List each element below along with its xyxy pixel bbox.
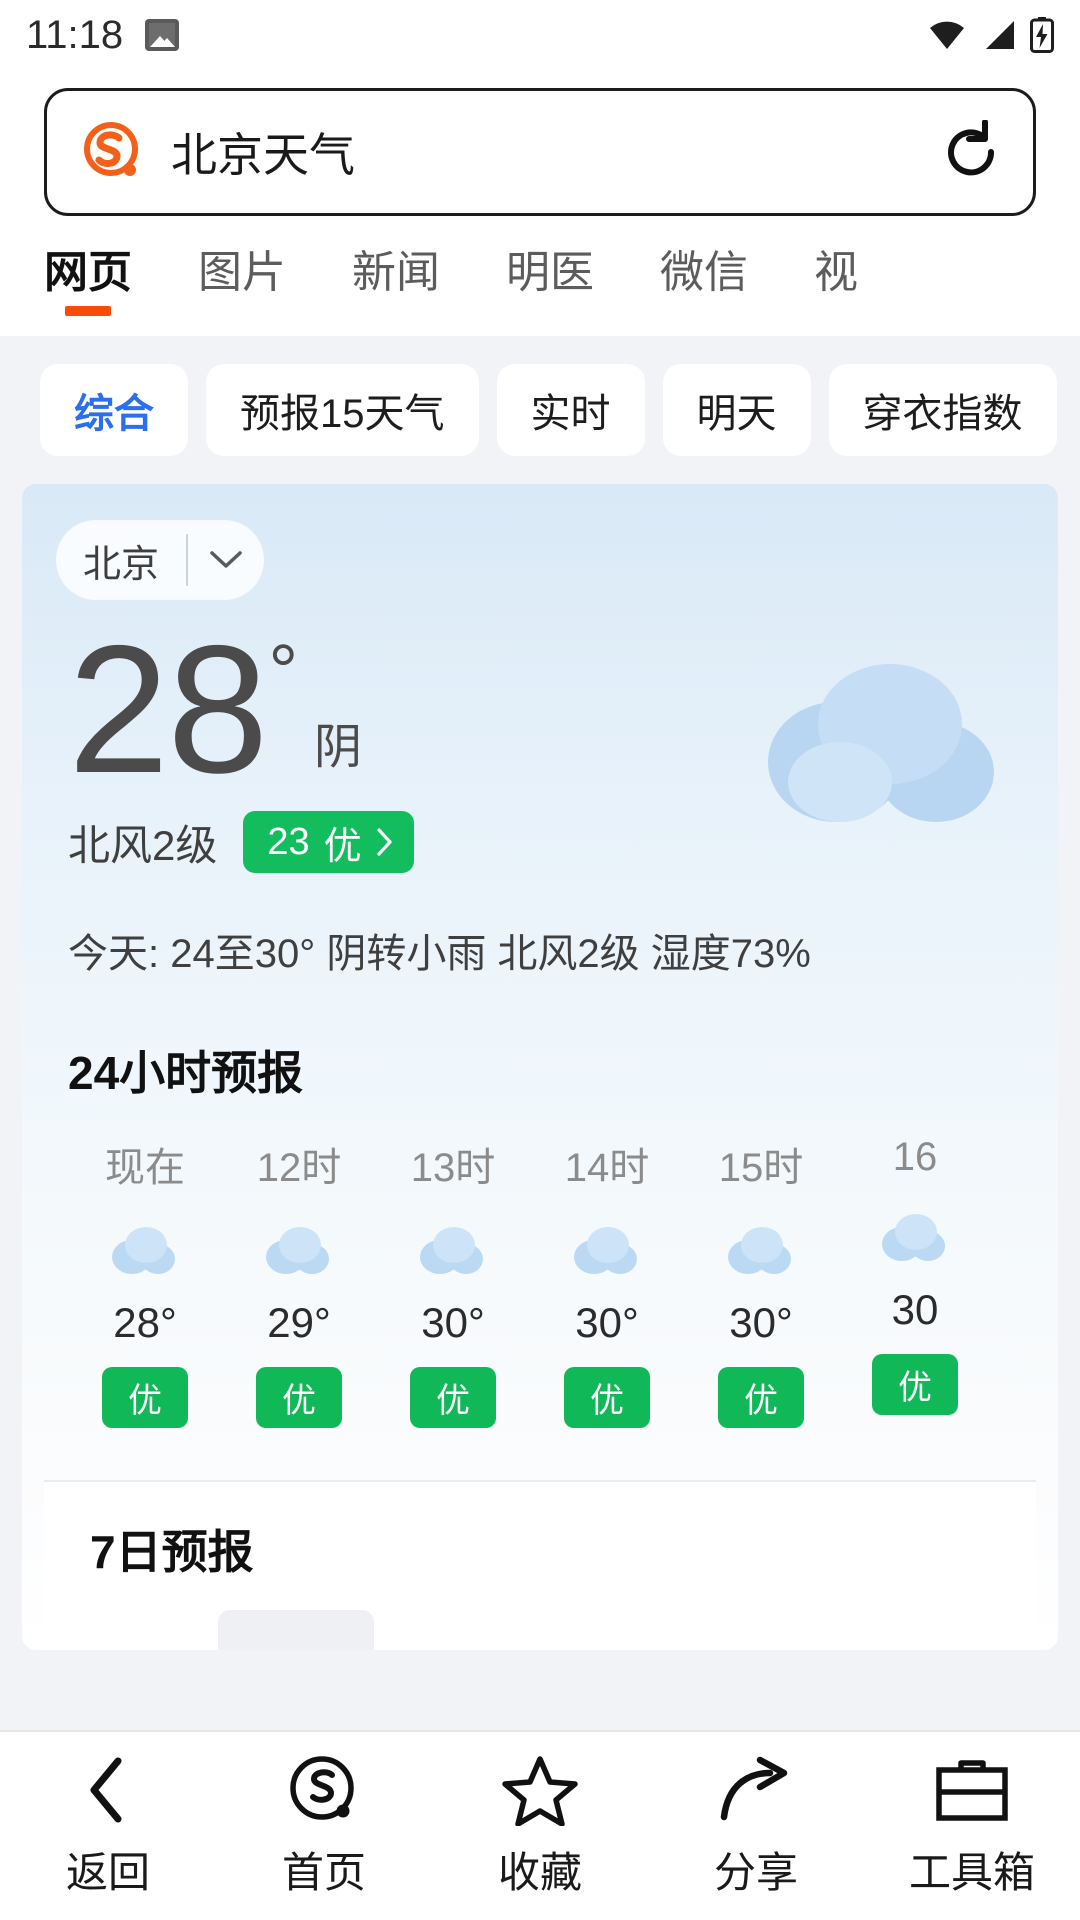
hourly-aqi-badge: 优 [872, 1354, 958, 1416]
current-temperature: 28 [68, 607, 268, 811]
chip-realtime[interactable]: 实时 [496, 364, 645, 456]
cloud-icon [112, 1227, 175, 1275]
nav-toolbox-button[interactable]: 工具箱 [864, 1753, 1080, 1900]
app-screen: 11:18 北京天气 网页 图片 新闻 明医 微信 视 综合 预报15天气 实时… [0, 0, 1080, 1920]
city-name-label: 北京 [82, 543, 159, 586]
status-time: 11:18 [26, 12, 124, 57]
nav-home-label: 首页 [281, 1848, 366, 1896]
star-icon [502, 1753, 578, 1827]
nav-home-button[interactable]: 首页 [216, 1753, 432, 1900]
sogou-logo-icon [81, 120, 145, 184]
hourly-temp: 30° [421, 1299, 485, 1347]
cloud-icon [266, 1227, 329, 1275]
refresh-icon[interactable] [939, 119, 1003, 184]
hourly-item[interactable]: 现在 28° 优 [68, 1135, 222, 1429]
chip-clothing-index[interactable]: 穿衣指数 [828, 364, 1057, 456]
nav-favorites-button[interactable]: 收藏 [432, 1753, 648, 1900]
daily-forecast-title: 7日预报 [90, 1526, 254, 1579]
hourly-aqi-badge: 优 [102, 1367, 188, 1429]
hourly-item[interactable]: 12时 29° 优 [222, 1135, 376, 1429]
tab-news[interactable]: 新闻 [352, 226, 440, 300]
hourly-time: 14时 [564, 1146, 650, 1191]
chevron-right-icon [376, 827, 394, 857]
content-area: 综合 预报15天气 实时 明天 穿衣指数 北京 28 ° 阴 北风2级 23 优… [0, 336, 1080, 1651]
tab-doctor[interactable]: 明医 [506, 226, 594, 300]
hourly-time: 现在 [105, 1146, 185, 1191]
hourly-forecast-section: 24小时预报 现在 28° 优 12时 29° 优 13时 30° 优 14时 … [22, 1037, 1058, 1450]
back-chevron-icon [82, 1753, 134, 1827]
tab-wechat[interactable]: 微信 [660, 226, 748, 300]
hourly-temp: 30° [575, 1299, 639, 1347]
hourly-time: 12时 [256, 1146, 342, 1191]
filter-chip-row[interactable]: 综合 预报15天气 实时 明天 穿衣指数 [0, 358, 1080, 462]
weather-condition-label: 阴 [314, 721, 363, 775]
tab-images[interactable]: 图片 [198, 226, 286, 300]
nav-share-button[interactable]: 分享 [648, 1753, 864, 1900]
hourly-aqi-badge: 优 [256, 1367, 342, 1429]
hourly-item[interactable]: 13时 30° 优 [376, 1135, 530, 1429]
cloud-icon [882, 1214, 945, 1262]
aqi-value: 23 [267, 820, 310, 863]
toolbox-icon [934, 1753, 1010, 1827]
daily-forecast-section: 7日预报 [44, 1482, 1036, 1651]
hourly-item[interactable]: 15时 30° 优 [684, 1135, 838, 1429]
degree-symbol: ° [268, 629, 299, 712]
daily-forecast-tab-stub[interactable] [218, 1610, 374, 1651]
hourly-temp: 30 [891, 1286, 939, 1334]
hourly-forecast-title: 24小时预报 [68, 1047, 304, 1100]
hourly-temp: 30° [729, 1299, 793, 1347]
hourly-time: 13时 [410, 1146, 496, 1191]
search-query-text[interactable]: 北京天气 [171, 119, 355, 185]
search-box[interactable]: 北京天气 [44, 88, 1036, 216]
hourly-time: 15时 [718, 1146, 804, 1191]
nav-share-label: 分享 [713, 1848, 798, 1896]
hourly-temp: 29° [267, 1299, 331, 1347]
chevron-down-icon[interactable] [188, 549, 264, 571]
tab-video[interactable]: 视 [814, 226, 858, 300]
nav-back-label: 返回 [65, 1848, 150, 1896]
aqi-badge[interactable]: 23 优 [243, 811, 414, 874]
share-arrow-icon [718, 1753, 794, 1827]
image-icon [145, 19, 180, 51]
hourly-aqi-badge: 优 [564, 1367, 650, 1429]
nav-favorites-label: 收藏 [497, 1848, 582, 1896]
nav-back-button[interactable]: 返回 [0, 1753, 216, 1900]
cloud-icon [420, 1227, 483, 1275]
cloud-icon [728, 1227, 791, 1275]
hourly-temp: 28° [113, 1299, 177, 1347]
chip-comprehensive[interactable]: 综合 [40, 364, 188, 456]
nav-toolbox-label: 工具箱 [908, 1848, 1035, 1896]
tab-webpage[interactable]: 网页 [44, 226, 132, 300]
wind-and-aqi-row: 北风2级 23 优 [68, 811, 1058, 874]
status-bar-right [928, 17, 1054, 53]
aqi-level: 优 [323, 825, 362, 868]
tab-bar: 网页 图片 新闻 明医 微信 视 [0, 226, 1080, 336]
chip-tomorrow[interactable]: 明天 [662, 364, 811, 456]
cloud-icon [574, 1227, 637, 1275]
wind-label: 北风2级 [68, 821, 218, 869]
current-temperature-row: 28 ° 阴 [68, 607, 1058, 811]
status-bar-left: 11:18 [26, 12, 180, 58]
chip-forecast-15day[interactable]: 预报15天气 [206, 364, 479, 456]
battery-charging-icon [1030, 17, 1054, 53]
bottom-navigation-bar: 返回 首页 收藏 分享 工具箱 [0, 1730, 1080, 1920]
hourly-item[interactable]: 14时 30° 优 [530, 1135, 684, 1429]
search-bar-container: 北京天气 [0, 70, 1080, 226]
signal-icon [986, 21, 1014, 49]
today-summary: 今天: 24至30° 阴转小雨 北风2级 湿度73% [68, 932, 811, 977]
weather-card: 北京 28 ° 阴 北风2级 23 优 今天: 24至30° 阴转小雨 北风2级… [22, 484, 1058, 1651]
hourly-time: 16 [892, 1135, 938, 1180]
status-bar: 11:18 [0, 0, 1080, 70]
wifi-icon [930, 21, 964, 49]
city-selector[interactable]: 北京 [56, 520, 264, 600]
hourly-item[interactable]: 16 30 优 [838, 1135, 992, 1428]
sogou-home-icon [287, 1753, 361, 1827]
hourly-aqi-badge: 优 [718, 1367, 804, 1429]
hourly-forecast-list[interactable]: 现在 28° 优 12时 29° 优 13时 30° 优 14时 30° 优 1… [22, 1135, 1058, 1429]
hourly-aqi-badge: 优 [410, 1367, 496, 1429]
